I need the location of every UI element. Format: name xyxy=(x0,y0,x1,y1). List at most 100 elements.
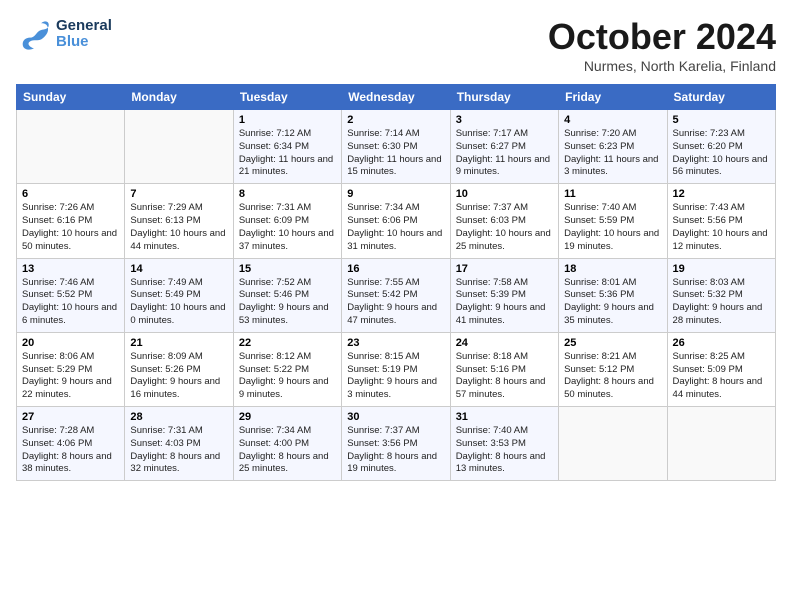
title-block: October 2024 Nurmes, North Karelia, Finl… xyxy=(548,16,776,74)
day-content: Sunrise: 7:58 AMSunset: 5:39 PMDaylight:… xyxy=(456,277,553,328)
calendar-cell: 7 Sunrise: 7:29 AMSunset: 6:13 PMDaylight… xyxy=(125,184,233,258)
calendar-cell: 25 Sunrise: 8:21 AMSunset: 5:12 PMDayligh… xyxy=(559,332,667,406)
day-content: Sunrise: 7:34 AMSunset: 4:00 PMDaylight:… xyxy=(239,425,336,476)
day-content: Sunrise: 7:40 AMSunset: 3:53 PMDaylight:… xyxy=(456,425,553,476)
day-number: 31 xyxy=(456,411,553,423)
calendar-cell: 1 Sunrise: 7:12 AMSunset: 6:34 PMDaylight… xyxy=(233,110,341,184)
calendar-cell: 4Sunrise: 7:20 AMSunset: 6:23 PMDaylight… xyxy=(559,110,667,184)
calendar-cell: 10 Sunrise: 7:37 AMSunset: 6:03 PMDayligh… xyxy=(450,184,558,258)
calendar-cell: 18 Sunrise: 8:01 AMSunset: 5:36 PMDayligh… xyxy=(559,258,667,332)
day-number: 17 xyxy=(456,263,553,275)
day-number: 1 xyxy=(239,114,336,126)
day-content: Sunrise: 7:52 AMSunset: 5:46 PMDaylight:… xyxy=(239,277,336,328)
day-content: Sunrise: 8:21 AMSunset: 5:12 PMDaylight:… xyxy=(564,351,661,402)
calendar-cell: 13 Sunrise: 7:46 AMSunset: 5:52 PMDayligh… xyxy=(17,258,125,332)
calendar-cell: 14Sunrise: 7:49 AMSunset: 5:49 PMDayligh… xyxy=(125,258,233,332)
calendar-cell xyxy=(125,110,233,184)
calendar-cell: 9 Sunrise: 7:34 AMSunset: 6:06 PMDaylight… xyxy=(342,184,450,258)
day-content: Sunrise: 7:14 AMSunset: 6:30 PMDaylight:… xyxy=(347,128,444,179)
calendar-cell: 15 Sunrise: 7:52 AMSunset: 5:46 PMDayligh… xyxy=(233,258,341,332)
logo-icon xyxy=(16,16,52,52)
day-content: Sunrise: 7:26 AMSunset: 6:16 PMDaylight:… xyxy=(22,202,119,253)
calendar-cell: 23Sunrise: 8:15 AMSunset: 5:19 PMDayligh… xyxy=(342,332,450,406)
logo-blue: Blue xyxy=(56,34,112,51)
month-title: October 2024 xyxy=(548,16,776,58)
calendar-week-row: 20 Sunrise: 8:06 AMSunset: 5:29 PMDayligh… xyxy=(17,332,776,406)
day-number: 28 xyxy=(130,411,227,423)
day-content: Sunrise: 8:01 AMSunset: 5:36 PMDaylight:… xyxy=(564,277,661,328)
calendar-cell: 31 Sunrise: 7:40 AMSunset: 3:53 PMDayligh… xyxy=(450,407,558,481)
day-number: 13 xyxy=(22,263,119,275)
day-number: 9 xyxy=(347,188,444,200)
calendar-header-row: SundayMondayTuesdayWednesdayThursdayFrid… xyxy=(17,85,776,110)
day-content: Sunrise: 8:25 AMSunset: 5:09 PMDaylight:… xyxy=(673,351,770,402)
calendar-cell xyxy=(559,407,667,481)
calendar-cell: 11Sunrise: 7:40 AMSunset: 5:59 PMDayligh… xyxy=(559,184,667,258)
day-content: Sunrise: 7:34 AMSunset: 6:06 PMDaylight:… xyxy=(347,202,444,253)
day-number: 29 xyxy=(239,411,336,423)
day-number: 12 xyxy=(673,188,770,200)
calendar-week-row: 27Sunrise: 7:28 AMSunset: 4:06 PMDayligh… xyxy=(17,407,776,481)
day-number: 26 xyxy=(673,337,770,349)
day-number: 4 xyxy=(564,114,661,126)
logo-text: General xyxy=(56,18,112,35)
calendar-table: SundayMondayTuesdayWednesdayThursdayFrid… xyxy=(16,84,776,481)
day-number: 30 xyxy=(347,411,444,423)
calendar-cell: 12 Sunrise: 7:43 AMSunset: 5:56 PMDayligh… xyxy=(667,184,775,258)
day-number: 20 xyxy=(22,337,119,349)
day-number: 25 xyxy=(564,337,661,349)
day-content: Sunrise: 7:49 AMSunset: 5:49 PMDaylight:… xyxy=(130,277,227,328)
day-number: 10 xyxy=(456,188,553,200)
day-number: 8 xyxy=(239,188,336,200)
calendar-cell: 19Sunrise: 8:03 AMSunset: 5:32 PMDayligh… xyxy=(667,258,775,332)
day-content: Sunrise: 7:37 AMSunset: 6:03 PMDaylight:… xyxy=(456,202,553,253)
day-content: Sunrise: 8:06 AMSunset: 5:29 PMDaylight:… xyxy=(22,351,119,402)
calendar-cell xyxy=(17,110,125,184)
calendar-cell: 21 Sunrise: 8:09 AMSunset: 5:26 PMDayligh… xyxy=(125,332,233,406)
calendar-cell: 3Sunrise: 7:17 AMSunset: 6:27 PMDaylight… xyxy=(450,110,558,184)
day-content: Sunrise: 7:23 AMSunset: 6:20 PMDaylight:… xyxy=(673,128,770,179)
day-number: 2 xyxy=(347,114,444,126)
calendar-cell: 2 Sunrise: 7:14 AMSunset: 6:30 PMDaylight… xyxy=(342,110,450,184)
calendar-cell: 26 Sunrise: 8:25 AMSunset: 5:09 PMDayligh… xyxy=(667,332,775,406)
day-content: Sunrise: 7:55 AMSunset: 5:42 PMDaylight:… xyxy=(347,277,444,328)
day-content: Sunrise: 8:12 AMSunset: 5:22 PMDaylight:… xyxy=(239,351,336,402)
day-number: 15 xyxy=(239,263,336,275)
calendar-cell: 22Sunrise: 8:12 AMSunset: 5:22 PMDayligh… xyxy=(233,332,341,406)
day-content: Sunrise: 7:31 AMSunset: 4:03 PMDaylight:… xyxy=(130,425,227,476)
day-content: Sunrise: 7:46 AMSunset: 5:52 PMDaylight:… xyxy=(22,277,119,328)
day-content: Sunrise: 7:43 AMSunset: 5:56 PMDaylight:… xyxy=(673,202,770,253)
calendar-cell: 6 Sunrise: 7:26 AMSunset: 6:16 PMDaylight… xyxy=(17,184,125,258)
calendar-cell xyxy=(667,407,775,481)
calendar-cell: 30 Sunrise: 7:37 AMSunset: 3:56 PMDayligh… xyxy=(342,407,450,481)
weekday-header: Wednesday xyxy=(342,85,450,110)
day-content: Sunrise: 7:29 AMSunset: 6:13 PMDaylight:… xyxy=(130,202,227,253)
calendar-cell: 8 Sunrise: 7:31 AMSunset: 6:09 PMDaylight… xyxy=(233,184,341,258)
day-number: 27 xyxy=(22,411,119,423)
day-number: 21 xyxy=(130,337,227,349)
day-content: Sunrise: 7:31 AMSunset: 6:09 PMDaylight:… xyxy=(239,202,336,253)
day-content: Sunrise: 7:37 AMSunset: 3:56 PMDaylight:… xyxy=(347,425,444,476)
calendar-cell: 16 Sunrise: 7:55 AMSunset: 5:42 PMDayligh… xyxy=(342,258,450,332)
calendar-week-row: 6 Sunrise: 7:26 AMSunset: 6:16 PMDaylight… xyxy=(17,184,776,258)
calendar-cell: 24 Sunrise: 8:18 AMSunset: 5:16 PMDayligh… xyxy=(450,332,558,406)
day-number: 16 xyxy=(347,263,444,275)
weekday-header: Monday xyxy=(125,85,233,110)
weekday-header: Sunday xyxy=(17,85,125,110)
day-content: Sunrise: 7:12 AMSunset: 6:34 PMDaylight:… xyxy=(239,128,336,179)
calendar-cell: 27Sunrise: 7:28 AMSunset: 4:06 PMDayligh… xyxy=(17,407,125,481)
day-number: 11 xyxy=(564,188,661,200)
day-content: Sunrise: 8:15 AMSunset: 5:19 PMDaylight:… xyxy=(347,351,444,402)
calendar-week-row: 13 Sunrise: 7:46 AMSunset: 5:52 PMDayligh… xyxy=(17,258,776,332)
weekday-header: Saturday xyxy=(667,85,775,110)
day-number: 24 xyxy=(456,337,553,349)
day-content: Sunrise: 8:18 AMSunset: 5:16 PMDaylight:… xyxy=(456,351,553,402)
day-number: 6 xyxy=(22,188,119,200)
calendar-cell: 5 Sunrise: 7:23 AMSunset: 6:20 PMDaylight… xyxy=(667,110,775,184)
page-header: General Blue October 2024 Nurmes, North … xyxy=(16,16,776,74)
day-number: 5 xyxy=(673,114,770,126)
day-number: 3 xyxy=(456,114,553,126)
day-number: 7 xyxy=(130,188,227,200)
day-number: 18 xyxy=(564,263,661,275)
day-content: Sunrise: 8:09 AMSunset: 5:26 PMDaylight:… xyxy=(130,351,227,402)
